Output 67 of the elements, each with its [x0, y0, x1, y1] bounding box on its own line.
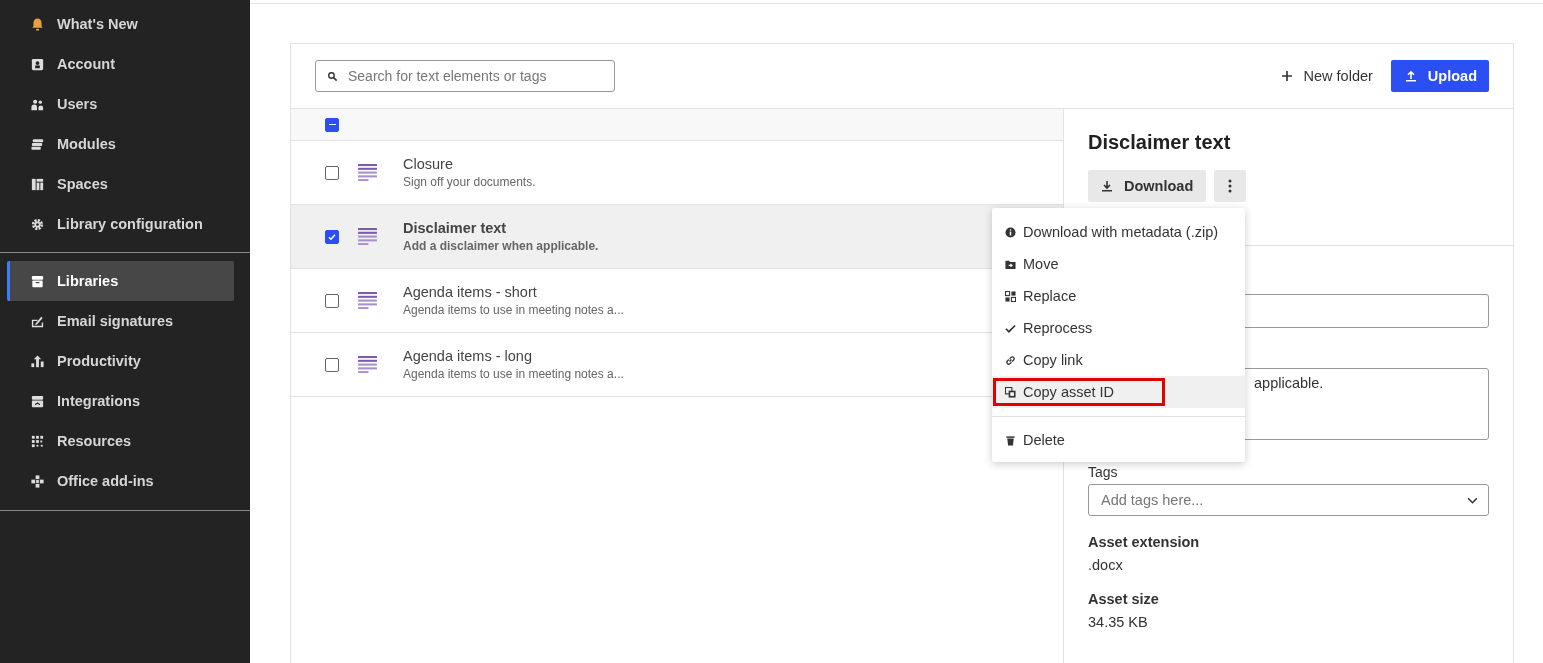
- asset-title: Disclaimer text: [1088, 131, 1232, 154]
- menu-item[interactable]: Download with metadata (.zip): [992, 216, 1245, 248]
- sidebar-item[interactable]: Account: [7, 44, 234, 84]
- sidebar-item[interactable]: Office add-ins: [7, 461, 234, 501]
- row-checkbox[interactable]: [325, 165, 339, 180]
- item-title: Closure: [403, 156, 454, 172]
- sidebar-item[interactable]: Productivity: [7, 341, 234, 381]
- menu-item[interactable]: Reprocess: [992, 312, 1245, 344]
- search-icon: [327, 71, 338, 82]
- menu-item[interactable]: Copy asset ID: [992, 376, 1245, 408]
- trash-icon: [1005, 434, 1016, 446]
- text-lines-icon: [358, 356, 377, 373]
- copy-icon: [1005, 386, 1016, 398]
- sidebar-item[interactable]: What's New: [7, 4, 234, 44]
- layout-icon: [30, 176, 45, 192]
- link-icon: [1005, 354, 1016, 366]
- row-checkbox[interactable]: [325, 229, 339, 244]
- download-icon: [1101, 180, 1113, 192]
- text-lines-icon: [358, 292, 377, 309]
- id-card-icon: [30, 56, 45, 72]
- item-description: Agenda items to use in meeting notes a...: [403, 303, 624, 317]
- folder-icon: [1005, 258, 1016, 270]
- item-title: Agenda items - long: [403, 348, 533, 364]
- menu-item[interactable]: Move: [992, 248, 1245, 280]
- checkmark-icon: [327, 231, 337, 242]
- archive-icon: [30, 273, 45, 289]
- sidebar-item[interactable]: Users: [7, 84, 234, 124]
- upload-icon: [1404, 70, 1417, 82]
- gear-icon: [30, 216, 45, 232]
- bell-icon: [30, 16, 45, 32]
- grid-icon: [30, 433, 45, 449]
- row-checkbox[interactable]: [325, 357, 339, 372]
- chevron-down-icon: [1467, 496, 1478, 504]
- more-icon: [1228, 179, 1233, 193]
- item-title: Agenda items - short: [403, 284, 538, 300]
- search-field[interactable]: Search for text elements or tags: [315, 60, 615, 92]
- plus-icon: [1280, 70, 1293, 82]
- item-description: Sign off your documents.: [403, 175, 536, 189]
- select-all-checkbox[interactable]: [325, 117, 339, 132]
- row-checkbox[interactable]: [325, 293, 339, 308]
- property-value: .docx: [1088, 557, 1123, 573]
- item-description: Agenda items to use in meeting notes a...: [403, 367, 624, 381]
- inbox-icon: [30, 393, 45, 409]
- text-lines-icon: [358, 164, 377, 181]
- sidebar-item[interactable]: Library configuration: [7, 204, 234, 244]
- info-icon: [1005, 226, 1016, 238]
- sidebar-item[interactable]: Resources: [7, 421, 234, 461]
- sidebar-item[interactable]: Modules: [7, 124, 234, 164]
- property-value: 34.35 KB: [1088, 614, 1148, 630]
- property-label: Asset size: [1088, 591, 1159, 607]
- chart-icon: [30, 353, 45, 369]
- download-button[interactable]: Download: [1088, 170, 1207, 202]
- menu-item[interactable]: Replace: [992, 280, 1245, 312]
- tags-select[interactable]: Add tags here...: [1088, 484, 1489, 516]
- text-lines-icon: [358, 228, 377, 245]
- sidebar-item[interactable]: Email signatures: [7, 301, 234, 341]
- sidebar-item[interactable]: Spaces: [7, 164, 234, 204]
- upload-button[interactable]: Upload: [1390, 60, 1489, 92]
- check-icon: [1005, 322, 1016, 334]
- tags-label: Tags: [1088, 464, 1118, 480]
- item-title: Disclaimer text: [403, 220, 508, 236]
- new-folder-button[interactable]: New folder: [1280, 68, 1373, 84]
- sidebar-item[interactable]: Integrations: [7, 381, 234, 421]
- item-description: Add a disclaimer when applicable.: [403, 239, 599, 253]
- sidebar-item[interactable]: Libraries: [7, 261, 234, 301]
- stack-icon: [30, 136, 45, 152]
- property-label: Asset extension: [1088, 534, 1200, 550]
